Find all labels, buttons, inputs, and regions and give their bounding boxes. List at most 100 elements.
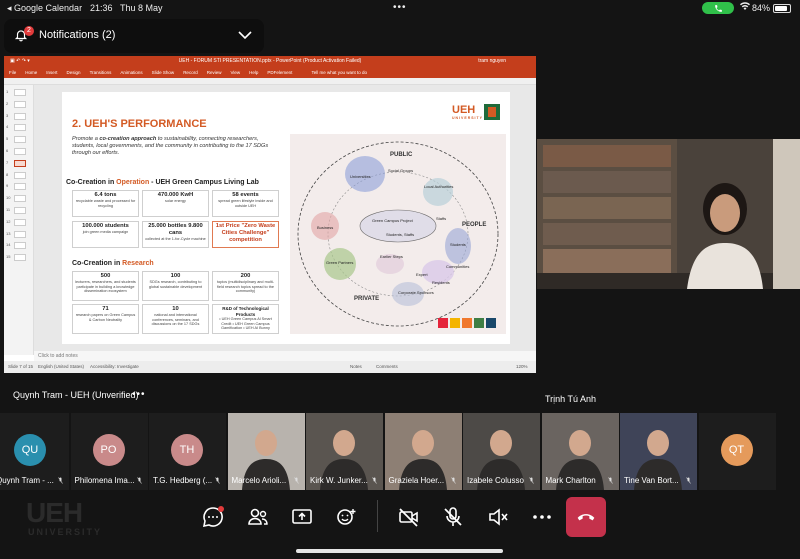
ribbon-tab[interactable]: Review [207,70,222,75]
people-icon[interactable] [246,505,270,529]
quick-access-icons[interactable]: ▣ ↶ ↷ ▾ [10,56,30,67]
stat-value: 1st Price "Zero Waste Cities Challenge" … [215,223,276,243]
language-status[interactable]: English (United States) [38,361,84,373]
participant-tile[interactable]: QT [698,413,776,490]
participant-name: Izabele Colusso [467,476,524,485]
notes-toggle[interactable]: Notes [350,361,362,373]
speaker-video-frame [537,139,800,289]
mic-muted-icon [607,477,613,484]
back-to-app-link[interactable]: ◂ Google Calendar [7,3,82,14]
zoom-level[interactable]: 120% [516,361,528,373]
participant-tile[interactable]: Graziela Hoer... [384,413,462,490]
slide-thumbnail[interactable]: 7 [6,159,26,167]
slide-thumbnail[interactable]: 13 [6,230,26,238]
participant-tile[interactable]: Tine Van Bort... [620,413,697,490]
operation-heading: Co-Creation in Operation - UEH Green Cam… [66,179,259,186]
thumbnail-number: 8 [6,171,9,177]
ribbon-tab[interactable]: View [230,70,240,75]
speaker-name: Trịnh Tú Anh [545,394,597,404]
slide-thumbnail[interactable]: 12 [6,218,26,226]
participant-name: Graziela Hoer... [388,476,445,485]
slide-thumbnail[interactable]: 15 [6,254,26,262]
ribbon-tab[interactable]: Animations [120,70,142,75]
participant-tile[interactable]: Izabele Colusso [463,413,540,490]
slide-thumbnail[interactable]: 1 [6,89,26,96]
ribbon-tabs: File Home Insert Design Transitions Animation… [4,67,536,78]
slide-thumbnail[interactable]: 10 [6,195,26,203]
ribbon-tab[interactable]: Record [183,70,198,75]
more-icon[interactable] [530,505,554,529]
window-title: UEH - FORUM STI PRESENTATION.pptx - Powe… [178,58,362,64]
mic-off-icon[interactable] [441,505,465,529]
participant-tile[interactable]: QU Quynh Tram - ... [0,413,69,490]
participant-name: Kirk W. Junker... [310,476,368,485]
ribbon-tab[interactable]: Slide Show [152,70,175,75]
ribbon-tab[interactable]: Home [25,70,37,75]
stat-caption: recyclable waste and processed for recyc… [75,199,136,208]
stat-value: 6.4 tons [94,192,117,198]
powerpoint-title-bar: ▣ ↶ ↷ ▾ UEH - FORUM STI PRESENTATION.ppt… [4,56,536,67]
battery-fill [775,6,787,11]
battery-percent: 84% [752,3,771,13]
slide-thumbnail[interactable]: 4 [6,124,26,132]
signed-in-user[interactable]: tram nguyen [478,56,506,67]
slide-thumbnail[interactable]: 11 [6,207,26,214]
slide-thumbnail[interactable]: 5 [6,136,26,144]
research-heading: Co-Creation in Research [72,260,154,267]
home-indicator[interactable] [296,549,503,553]
hang-up-button[interactable] [566,497,606,537]
thumbnail-number: 10 [6,195,11,201]
slide-thumbnail-pane[interactable]: 1 2 3 4 5 6 7 8 9 10 11 12 13 14 15 [4,85,34,355]
participant-tile[interactable]: TH T.G. Hedberg (... [149,413,226,490]
local-user-name: Quynh Tram - UEH (Unverified) [13,390,139,400]
stat-value: 500 [100,273,111,279]
thumbnail-number: 3 [6,112,9,118]
slide-thumbnail[interactable]: 9 [6,183,26,191]
research-heading-pre: Co-Creation in [72,260,123,267]
participant-tile[interactable]: Marcelo Arioli... [227,413,305,490]
avatar: QT [720,434,753,466]
multitask-dots-icon[interactable]: ••• [393,2,407,13]
stat-value: 100 [170,273,181,279]
camera-off-icon[interactable] [397,505,421,529]
participant-tile[interactable]: PO Philomena Ima... [70,413,148,490]
tell-me-search[interactable]: Tell me what you want to do [311,70,367,75]
ribbon-tab[interactable]: Insert [46,70,57,75]
ribbon-tab[interactable]: File [9,70,16,75]
chevron-down-icon[interactable] [238,30,252,40]
slide-thumbnail[interactable]: 6 [6,148,26,155]
comments-toggle[interactable]: Comments [376,361,398,373]
ueh-watermark-sub: UNIVERSITY [28,527,103,537]
slide-thumbnail[interactable]: 8 [6,171,26,179]
stat-box: 100 SDGs research, contributing to global… [142,271,209,301]
participant-tile[interactable]: Mark Charlton [541,413,619,490]
participant-name: Tine Van Bort... [624,476,679,485]
reactions-icon[interactable] [334,505,358,529]
slide-counter: Slide 7 of 15 [8,364,34,369]
speaker-mute-icon[interactable] [486,505,510,529]
ribbon-tab[interactable]: Transitions [90,70,112,75]
ribbon-tab[interactable]: Design [67,70,81,75]
active-call-pill[interactable] [702,2,734,14]
slide[interactable]: UEH UNIVERSITY 2. UEH'S PERFORMANCE Prom… [62,92,510,344]
slide-thumbnail[interactable]: 3 [6,112,26,120]
more-options-icon[interactable]: ••• [132,389,146,400]
accessibility-status[interactable]: Accessibility: Investigate [90,361,139,373]
stat-caption: • UEH Green Campus Al Smart Credit • UEH… [219,317,272,331]
diagram-corporate-sponsors: Corporate Sponsors [398,290,434,295]
stat-caption: lecturers, researchers, and students par… [75,280,136,294]
speaker-video[interactable] [537,139,800,289]
chat-icon[interactable] [201,505,225,529]
ribbon-tab[interactable]: Help [249,70,258,75]
stat-box: 6.4 tons recyclable waste and processed f… [72,190,139,217]
ribbon-tab[interactable]: PDFelement [267,70,292,75]
participant-tile[interactable]: Kirk W. Junker... [306,413,383,490]
intro-text-a: Promote a [72,136,100,142]
notes-pane[interactable]: Click to add notes [34,351,536,361]
slide-thumbnail[interactable]: 2 [6,100,26,108]
notifications-banner[interactable]: 2 Notifications (2) [4,19,264,53]
slide-thumbnail[interactable]: 14 [6,242,26,250]
share-screen-icon[interactable] [290,505,314,529]
participant-name: T.G. Hedberg (... [153,476,213,485]
participant-name: Mark Charlton [545,476,596,485]
